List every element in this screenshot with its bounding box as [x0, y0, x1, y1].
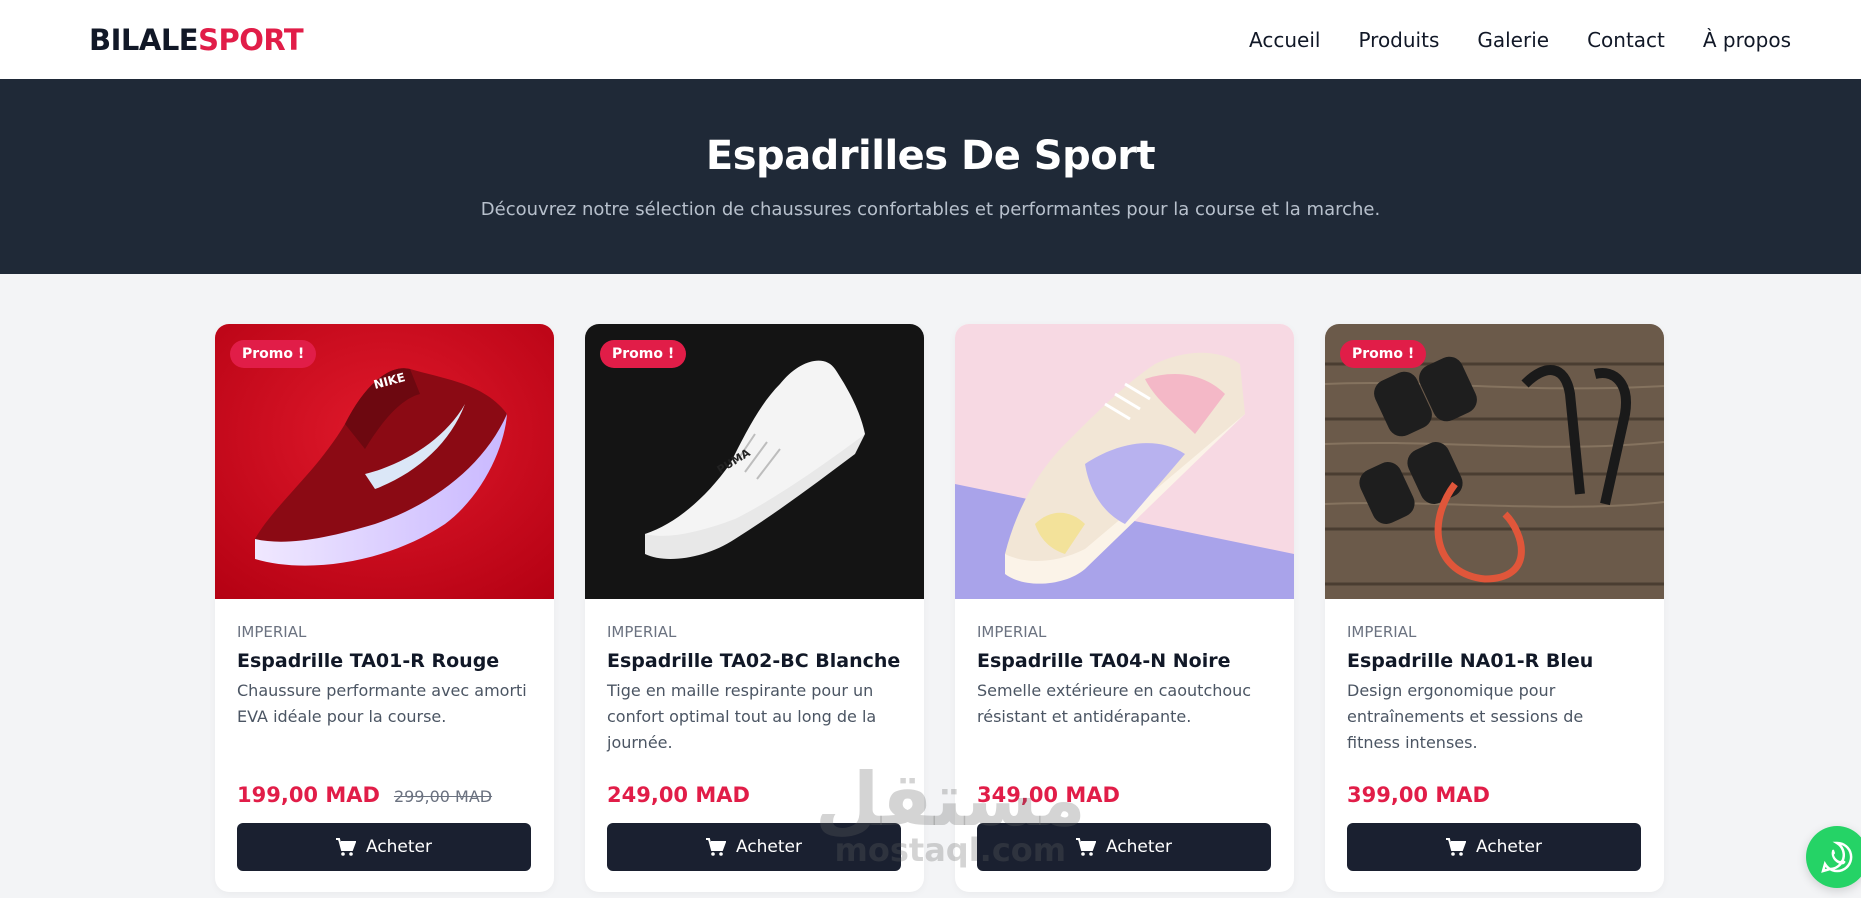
site-logo[interactable]: BILALESPORT	[89, 22, 304, 57]
main-nav: Accueil Produits Galerie Contact À propo…	[1249, 28, 1791, 52]
logo-text-primary: BILALE	[89, 22, 199, 57]
product-name[interactable]: Espadrille NA01-R Bleu	[1347, 650, 1641, 672]
product-card-body: IMPERIAL Espadrille TA04-N Noire Semelle…	[955, 599, 1294, 756]
product-name[interactable]: Espadrille TA02-BC Blanche	[607, 650, 901, 672]
product-card: NIKE Promo ! IMPERIAL Espadrille TA01-R …	[215, 324, 554, 892]
product-name[interactable]: Espadrille TA04-N Noire	[977, 650, 1271, 672]
product-card-body: IMPERIAL Espadrille NA01-R Bleu Design e…	[1325, 599, 1664, 756]
product-prices: 199,00 MAD 299,00 MAD	[237, 783, 492, 807]
product-prices: 349,00 MAD	[977, 783, 1120, 807]
hero-banner: Espadrilles De Sport Découvrez notre sél…	[0, 79, 1861, 274]
product-prices: 249,00 MAD	[607, 783, 750, 807]
promo-badge: Promo !	[600, 340, 687, 368]
buy-button-label: Acheter	[735, 837, 803, 857]
promo-badge: Promo !	[230, 340, 317, 368]
product-description: Design ergonomique pour entraînements et…	[1347, 681, 1584, 752]
buy-button-label: Acheter	[365, 837, 433, 857]
product-description: Tige en maille respirante pour un confor…	[607, 681, 877, 752]
cart-icon	[705, 838, 726, 856]
whatsapp-icon	[1821, 841, 1853, 873]
page-title: Espadrilles De Sport	[705, 133, 1156, 179]
nav-link-a-propos[interactable]: À propos	[1703, 28, 1791, 52]
product-prices: 399,00 MAD	[1347, 783, 1490, 807]
navbar: BILALESPORT Accueil Produits Galerie Con…	[0, 0, 1861, 79]
product-image-red-shoe[interactable]: NIKE Promo !	[215, 324, 554, 599]
product-price: 249,00 MAD	[607, 783, 750, 807]
product-description: Semelle extérieure en caoutchouc résista…	[977, 681, 1252, 726]
nav-link-produits[interactable]: Produits	[1358, 28, 1439, 52]
product-price: 399,00 MAD	[1347, 783, 1490, 807]
product-price: 199,00 MAD	[237, 783, 380, 807]
buy-button[interactable]: Acheter	[237, 823, 531, 871]
product-card-body: IMPERIAL Espadrille TA02-BC Blanche Tige…	[585, 599, 924, 756]
pastel-sneaker-photo	[955, 324, 1294, 599]
buy-button-label: Acheter	[1475, 837, 1543, 857]
product-price: 349,00 MAD	[977, 783, 1120, 807]
nav-link-accueil[interactable]: Accueil	[1249, 28, 1320, 52]
nav-link-contact[interactable]: Contact	[1587, 28, 1665, 52]
product-image-white-sneaker[interactable]: PUMA Promo !	[585, 324, 924, 599]
product-grid: NIKE Promo ! IMPERIAL Espadrille TA01-R …	[215, 324, 1664, 892]
product-card: Promo ! IMPERIAL Espadrille NA01-R Bleu …	[1325, 324, 1664, 892]
page-subtitle: Découvrez notre sélection de chaussures …	[480, 199, 1381, 220]
product-old-price: 299,00 MAD	[393, 787, 493, 806]
logo-text-accent: SPORT	[198, 22, 304, 57]
product-card-body: IMPERIAL Espadrille TA01-R Rouge Chaussu…	[215, 599, 554, 756]
product-brand: IMPERIAL	[977, 623, 1047, 641]
promo-badge: Promo !	[1340, 340, 1427, 368]
product-card: PUMA Promo ! IMPERIAL Espadrille TA02-BC…	[585, 324, 924, 892]
buy-button-label: Acheter	[1105, 837, 1173, 857]
buy-button[interactable]: Acheter	[1347, 823, 1641, 871]
cart-icon	[335, 838, 356, 856]
product-brand: IMPERIAL	[607, 623, 677, 641]
product-brand: IMPERIAL	[1347, 623, 1417, 641]
buy-button[interactable]: Acheter	[607, 823, 901, 871]
cart-icon	[1445, 838, 1466, 856]
buy-button[interactable]: Acheter	[977, 823, 1271, 871]
product-description: Chaussure performante avec amorti EVA id…	[237, 681, 527, 726]
product-image-dumbbells[interactable]: Promo !	[1325, 324, 1664, 599]
product-brand: IMPERIAL	[237, 623, 307, 641]
whatsapp-button[interactable]	[1806, 826, 1861, 888]
cart-icon	[1075, 838, 1096, 856]
product-card: IMPERIAL Espadrille TA04-N Noire Semelle…	[955, 324, 1294, 892]
nav-link-galerie[interactable]: Galerie	[1477, 28, 1549, 52]
product-image-pastel-sneaker[interactable]	[955, 324, 1294, 599]
product-name[interactable]: Espadrille TA01-R Rouge	[237, 650, 531, 672]
